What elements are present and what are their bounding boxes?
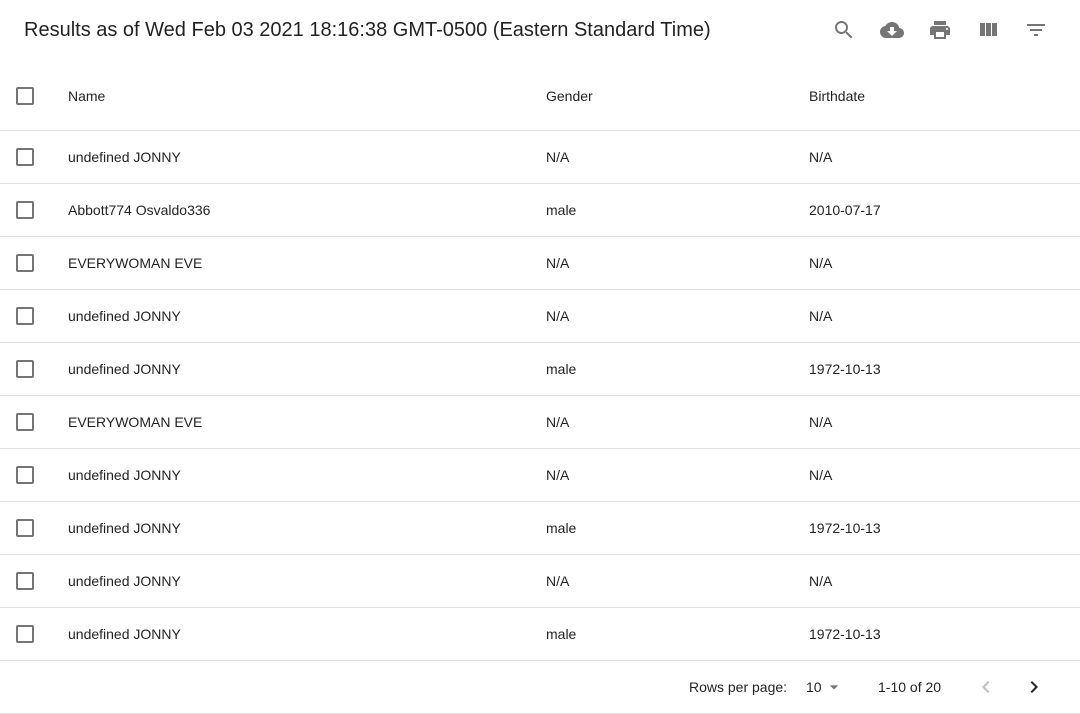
- table-row[interactable]: EVERYWOMAN EVE N/A N/A: [0, 237, 1080, 290]
- view-columns-button[interactable]: [964, 6, 1012, 54]
- cell-birthdate: N/A: [809, 308, 833, 324]
- next-page-button[interactable]: [1010, 663, 1058, 711]
- table-row[interactable]: undefined JONNY N/A N/A: [0, 555, 1080, 608]
- cell-birthdate: 1972-10-13: [809, 520, 881, 536]
- cell-birthdate: N/A: [809, 414, 833, 430]
- previous-page-button[interactable]: [962, 663, 1010, 711]
- column-header-gender[interactable]: Gender: [546, 61, 593, 130]
- cell-birthdate: N/A: [809, 573, 833, 589]
- row-select-checkbox[interactable]: [16, 519, 34, 537]
- cell-gender: N/A: [546, 573, 570, 589]
- cell-birthdate: N/A: [809, 149, 833, 165]
- table-row[interactable]: undefined JONNY N/A N/A: [0, 131, 1080, 184]
- data-table: Name Gender Birthdate undefined JONNY N/A…: [0, 61, 1080, 661]
- search-icon: [835, 21, 853, 39]
- row-select-checkbox[interactable]: [16, 307, 34, 325]
- cell-name: undefined JONNY: [68, 573, 181, 589]
- cell-gender: male: [546, 202, 577, 218]
- row-select-checkbox[interactable]: [16, 201, 34, 219]
- cell-name: Abbott774 Osvaldo336: [68, 202, 211, 218]
- pagination-range: 1-10 of 20: [878, 679, 942, 695]
- cell-name: undefined JONNY: [68, 520, 181, 536]
- cell-name: undefined JONNY: [68, 361, 181, 377]
- table-row[interactable]: EVERYWOMAN EVE N/A N/A: [0, 396, 1080, 449]
- rows-per-page-label: Rows per page:: [689, 679, 788, 695]
- cell-name: undefined JONNY: [68, 626, 181, 642]
- cell-gender: N/A: [546, 414, 570, 430]
- row-select-checkbox[interactable]: [16, 466, 34, 484]
- cell-gender: N/A: [546, 255, 570, 271]
- cell-name: undefined JONNY: [68, 149, 181, 165]
- page-title: Results as of Wed Feb 03 2021 18:16:38 G…: [24, 19, 711, 41]
- cell-gender: N/A: [546, 467, 570, 483]
- table-toolbar: Results as of Wed Feb 03 2021 18:16:38 G…: [0, 0, 1080, 60]
- select-all-checkbox[interactable]: [16, 86, 34, 105]
- column-header-birthdate[interactable]: Birthdate: [809, 61, 865, 130]
- table-body: undefined JONNY N/A N/A Abbott774 Osvaldo33…: [0, 131, 1080, 661]
- cell-name: undefined JONNY: [68, 467, 181, 483]
- cell-gender: N/A: [546, 149, 570, 165]
- cell-name: undefined JONNY: [68, 308, 181, 324]
- table-pagination: Rows per page: 10 1-10 of 20: [0, 661, 1080, 714]
- filter-icon: [1027, 24, 1045, 36]
- view-columns-icon: [980, 23, 997, 36]
- cell-gender: N/A: [546, 308, 570, 324]
- row-select-checkbox[interactable]: [16, 572, 34, 590]
- chevron-right-icon: [1030, 681, 1038, 693]
- row-select-checkbox[interactable]: [16, 148, 34, 166]
- row-select-checkbox[interactable]: [16, 254, 34, 272]
- filter-button[interactable]: [1012, 6, 1060, 54]
- table-row[interactable]: undefined JONNY male 1972-10-13: [0, 608, 1080, 661]
- column-header-name[interactable]: Name: [68, 61, 105, 130]
- cell-name: EVERYWOMAN EVE: [68, 255, 203, 271]
- cell-birthdate: 1972-10-13: [809, 361, 881, 377]
- cell-birthdate: 2010-07-17: [809, 202, 881, 218]
- cell-name: EVERYWOMAN EVE: [68, 414, 203, 430]
- cell-birthdate: N/A: [809, 255, 833, 271]
- cell-gender: male: [546, 361, 577, 377]
- row-select-checkbox[interactable]: [16, 413, 34, 431]
- table-row[interactable]: Abbott774 Osvaldo336 male 2010-07-17: [0, 184, 1080, 237]
- cell-birthdate: 1972-10-13: [809, 626, 881, 642]
- row-select-checkbox[interactable]: [16, 625, 34, 643]
- dropdown-arrow-icon: [829, 685, 838, 690]
- row-select-checkbox[interactable]: [16, 360, 34, 378]
- chevron-left-icon: [982, 681, 990, 693]
- rows-per-page-select[interactable]: 10: [806, 661, 844, 713]
- print-button[interactable]: [916, 6, 964, 54]
- download-csv-button[interactable]: [868, 6, 916, 54]
- cell-gender: male: [546, 520, 577, 536]
- download-icon: [880, 22, 904, 38]
- search-button[interactable]: [820, 6, 868, 54]
- table-row[interactable]: undefined JONNY male 1972-10-13: [0, 502, 1080, 555]
- table-row[interactable]: undefined JONNY male 1972-10-13: [0, 343, 1080, 396]
- table-row[interactable]: undefined JONNY N/A N/A: [0, 449, 1080, 502]
- rows-per-page-value: 10: [806, 679, 822, 695]
- cell-gender: male: [546, 626, 577, 642]
- table-row[interactable]: undefined JONNY N/A N/A: [0, 290, 1080, 343]
- table-header-row: Name Gender Birthdate: [0, 61, 1080, 131]
- cell-birthdate: N/A: [809, 467, 833, 483]
- print-icon: [930, 21, 950, 39]
